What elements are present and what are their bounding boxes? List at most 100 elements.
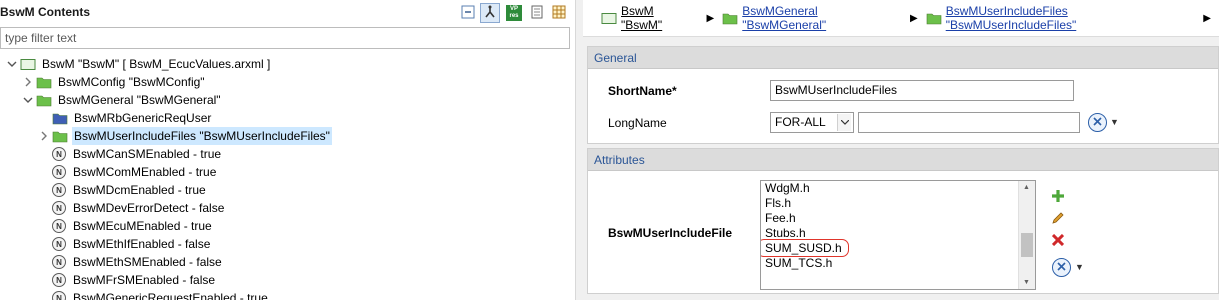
expand-arrow-icon[interactable] xyxy=(6,58,18,70)
tree-item[interactable]: N BswMEthSMEnabled - false xyxy=(38,253,224,271)
tree-item-label: BswM "BswM" [ BswM_EcucValues.arxml ] xyxy=(42,57,271,71)
include-file-list[interactable]: WdgM.h Fls.h Fee.h Stubs.h SUM_SUSD.h SUM_TCS… xyxy=(760,180,1036,290)
edit-button[interactable] xyxy=(1050,211,1066,227)
delete-button[interactable] xyxy=(1050,233,1066,249)
tree-item[interactable]: N BswMDcmEnabled - true xyxy=(38,181,208,199)
parameter-icon: N xyxy=(52,183,66,197)
tree-item-label: BswMComMEnabled - true xyxy=(73,165,217,179)
parameter-icon: N xyxy=(52,147,66,161)
document-button[interactable] xyxy=(527,3,547,23)
tree-item-label: BswMRbGenericReqUser xyxy=(74,111,212,125)
breadcrumb-label[interactable]: BswMUserIncludeFiles "BswMUserIncludeFil… xyxy=(946,4,1192,32)
breadcrumb-label[interactable]: BswMGeneral "BswMGeneral" xyxy=(742,4,898,32)
tools-icon xyxy=(1056,261,1067,275)
language-select[interactable]: FOR-ALL xyxy=(770,112,854,133)
collapse-arrow-icon[interactable] xyxy=(38,130,50,142)
link-with-editor-button[interactable] xyxy=(480,3,500,23)
longname-field[interactable] xyxy=(858,112,1080,133)
parameter-icon: N xyxy=(52,255,66,269)
contents-panel: BswM Contents VP res type filter text Bs… xyxy=(0,0,570,300)
delete-icon xyxy=(1051,233,1065,249)
breadcrumb-separator-icon: ▶ xyxy=(1203,12,1211,24)
include-file-items: WdgM.h Fls.h Fee.h Stubs.h SUM_SUSD.h SUM_TCS… xyxy=(761,181,1035,271)
tree-item[interactable]: N BswMFrSMEnabled - false xyxy=(38,271,217,289)
caret-down-icon[interactable]: ▼ xyxy=(1110,117,1119,127)
list-scrollbar[interactable]: ▲ ▼ xyxy=(1018,181,1035,289)
parameter-icon: N xyxy=(52,165,66,179)
breadcrumb-separator-icon: ▶ xyxy=(910,12,918,24)
scrollbar-thumb[interactable] xyxy=(1021,233,1033,257)
tree-item[interactable]: BswMConfig "BswMConfig" xyxy=(22,73,207,91)
parameter-icon: N xyxy=(52,273,66,287)
scroll-up-icon[interactable]: ▲ xyxy=(1023,184,1030,191)
variant-resolution-button[interactable]: VP res xyxy=(504,3,524,23)
res-label: res xyxy=(509,13,519,19)
tree-item[interactable]: N BswMEthIfEnabled - false xyxy=(38,235,212,253)
tools-icon xyxy=(1092,116,1103,130)
pane-divider[interactable] xyxy=(575,0,583,300)
scroll-down-icon[interactable]: ▼ xyxy=(1023,279,1030,286)
parameter-icon: N xyxy=(52,237,66,251)
vp-res-icon: VP res xyxy=(506,5,522,21)
tree-item[interactable]: BswM "BswM" [ BswM_EcucValues.arxml ] xyxy=(6,55,272,73)
tree-item[interactable]: N BswMCanSMEnabled - true xyxy=(38,145,223,163)
list-item[interactable]: Fls.h xyxy=(761,196,1035,211)
longname-label: LongName xyxy=(608,116,667,130)
tree-item-label: BswMFrSMEnabled - false xyxy=(73,273,216,287)
module-icon xyxy=(601,12,617,25)
parameter-icon: N xyxy=(52,291,66,300)
shortname-label: ShortName* xyxy=(608,84,677,98)
vp-label: VP xyxy=(509,6,518,12)
expand-arrow-icon[interactable] xyxy=(22,94,34,106)
filter-input[interactable] xyxy=(1,28,569,48)
tree-item-label: BswMConfig "BswMConfig" xyxy=(58,75,205,89)
hierarchy-icon xyxy=(483,5,497,22)
language-value: FOR-ALL xyxy=(775,115,826,129)
tree-item[interactable]: N BswMGenericRequestEnabled - true xyxy=(38,289,270,300)
list-item[interactable]: Fee.h xyxy=(761,211,1035,226)
folder-icon xyxy=(36,75,52,89)
tree-item-label: BswMGeneral "BswMGeneral" xyxy=(58,93,221,107)
breadcrumb: BswM "BswM" ▶ BswMGeneral "BswMGeneral" ▶ Bs… xyxy=(583,0,1219,37)
tree-item[interactable]: N BswMComMEnabled - true xyxy=(38,163,218,181)
tree-item-label: BswMCanSMEnabled - true xyxy=(73,147,222,161)
longname-options-button[interactable] xyxy=(1088,113,1107,132)
list-options-button[interactable] xyxy=(1052,258,1071,277)
highlight-annotation xyxy=(761,239,849,257)
folder-icon xyxy=(926,12,942,25)
pencil-icon xyxy=(1051,211,1065,228)
list-item[interactable]: WdgM.h xyxy=(761,181,1035,196)
parameter-icon: N xyxy=(52,201,66,215)
tree-item-label: BswMDcmEnabled - true xyxy=(73,183,206,197)
blue-folder-icon xyxy=(52,111,68,125)
collapse-all-button[interactable] xyxy=(458,3,478,23)
module-icon xyxy=(20,57,36,71)
tree-item-label: BswMEthSMEnabled - false xyxy=(73,255,222,269)
filter-field[interactable] xyxy=(0,27,570,49)
chevron-down-icon xyxy=(837,114,851,131)
list-item[interactable]: SUM_TCS.h xyxy=(761,256,1035,271)
breadcrumb-item[interactable]: BswMGeneral "BswMGeneral" xyxy=(722,4,898,32)
folder-icon xyxy=(36,93,52,107)
document-icon xyxy=(531,5,543,22)
caret-down-icon[interactable]: ▼ xyxy=(1075,262,1084,272)
tree-item[interactable]: N BswMEcuMEnabled - true xyxy=(38,217,214,235)
attributes-section-header[interactable]: Attributes xyxy=(588,149,1218,171)
tree-item[interactable]: BswMUserIncludeFiles "BswMUserIncludeFil… xyxy=(38,127,332,145)
tree-item[interactable]: N BswMDevErrorDetect - false xyxy=(38,199,226,217)
breadcrumb-label[interactable]: BswM "BswM" xyxy=(621,4,695,32)
add-button[interactable] xyxy=(1050,189,1066,205)
grid-view-button[interactable] xyxy=(549,3,569,23)
breadcrumb-item[interactable]: BswMUserIncludeFiles "BswMUserIncludeFil… xyxy=(926,4,1192,32)
breadcrumb-separator-icon: ▶ xyxy=(706,12,715,24)
tree-item[interactable]: BswMRbGenericReqUser xyxy=(38,109,213,127)
tree-item-label: BswMEthIfEnabled - false xyxy=(73,237,211,251)
collapse-all-icon xyxy=(461,5,475,22)
folder-icon xyxy=(52,129,68,143)
general-section-header[interactable]: General xyxy=(588,47,1218,69)
collapse-arrow-icon[interactable] xyxy=(22,76,34,88)
tree-item[interactable]: BswMGeneral "BswMGeneral" xyxy=(22,91,223,109)
breadcrumb-item[interactable]: BswM "BswM" xyxy=(601,4,695,32)
shortname-field[interactable]: BswMUserIncludeFiles xyxy=(770,80,1074,101)
plus-icon xyxy=(1051,189,1065,206)
